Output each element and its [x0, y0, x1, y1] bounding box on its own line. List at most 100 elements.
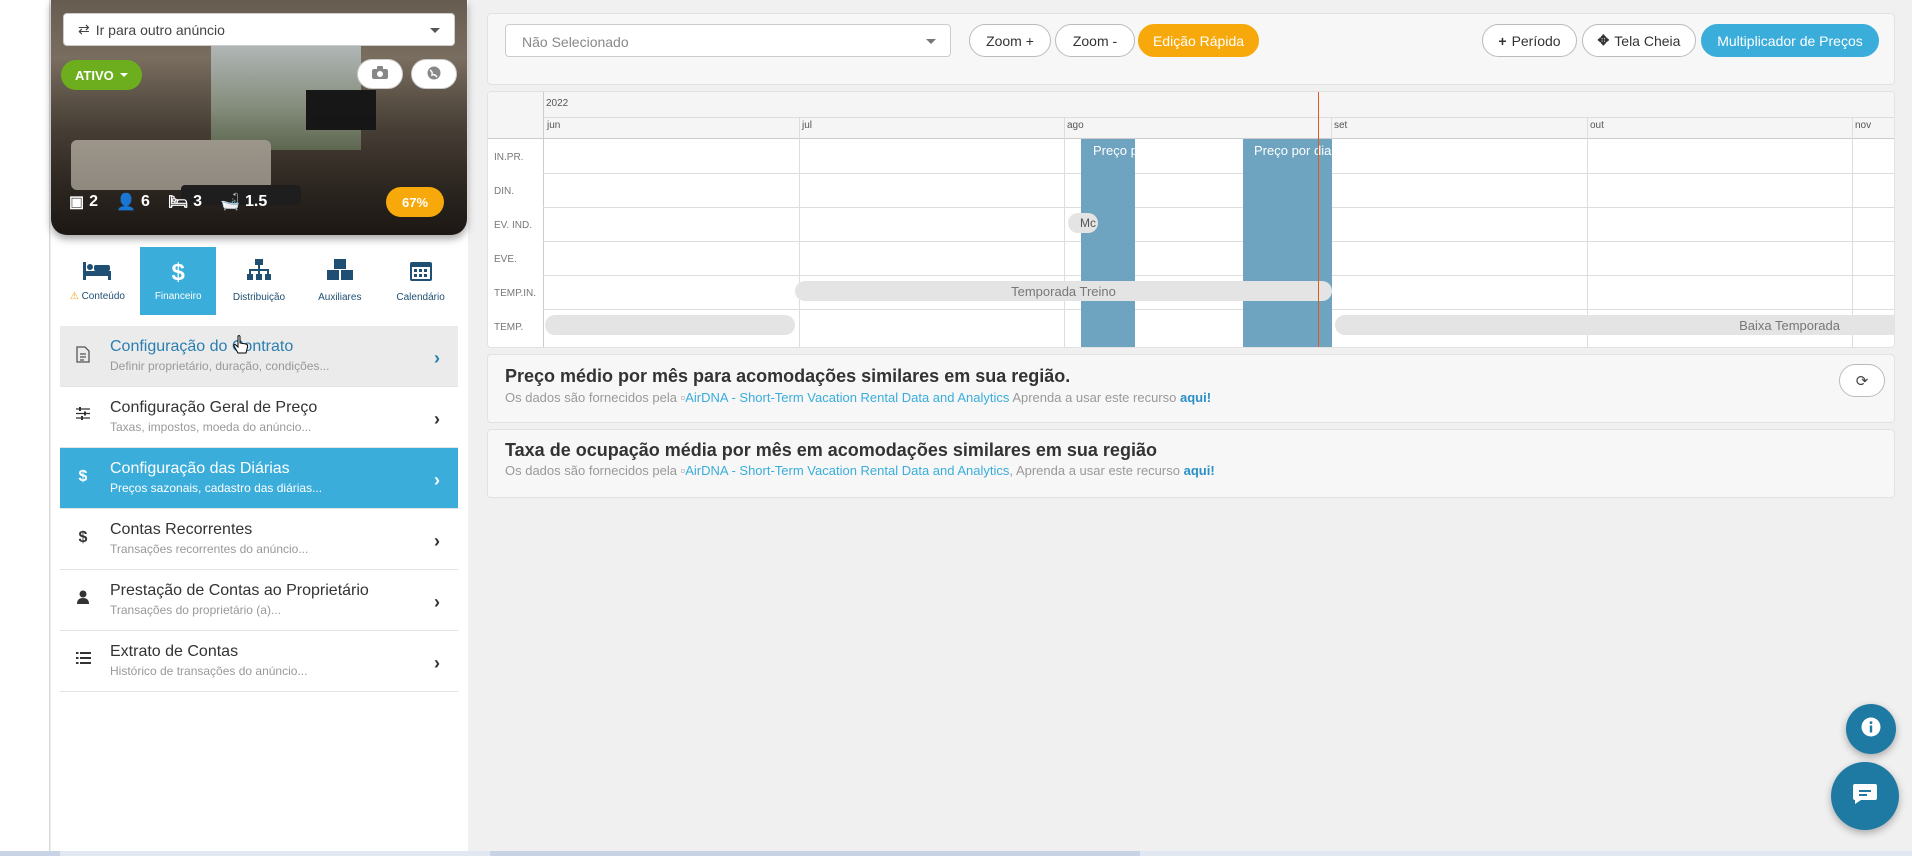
- menu-item-subtitle: Transações recorrentes do anúncio...: [110, 542, 309, 556]
- event-pill[interactable]: Mc: [1068, 213, 1098, 233]
- price-band-label: Preço p: [1093, 143, 1135, 158]
- chevron-right-icon: ›: [434, 409, 440, 429]
- row-label: EV. IND.: [494, 220, 532, 231]
- occupancy-card: Taxa de ocupação média por mês em acomod…: [487, 429, 1895, 498]
- tab-label: Auxiliares: [318, 292, 362, 303]
- season-select-placeholder: Não Selecionado: [522, 34, 629, 50]
- learn-more-link[interactable]: aqui!: [1180, 390, 1211, 405]
- menu-item-account-statement[interactable]: Extrato de Contas Histórico de transaçõe…: [60, 631, 458, 692]
- sitemap-icon: [246, 259, 271, 286]
- goto-listing-label: Ir para outro anúncio: [95, 21, 225, 38]
- season-select[interactable]: Não Selecionado: [505, 24, 951, 57]
- stat-units: ▣ 2: [69, 193, 99, 211]
- chevron-right-icon: ›: [434, 653, 440, 673]
- refresh-icon: ⟳: [1855, 372, 1869, 390]
- refresh-button[interactable]: ⟳: [1839, 364, 1885, 397]
- row-label: DIN.: [494, 186, 514, 197]
- tab-label: Distribuição: [232, 292, 286, 303]
- bed-icon: 🛏: [167, 194, 189, 211]
- plus-icon: +: [1498, 32, 1507, 49]
- fullscreen-label: Tela Cheia: [1614, 32, 1681, 49]
- season-bar-training[interactable]: Temporada Treino: [795, 281, 1332, 301]
- stat-guests: 👤 6: [116, 193, 150, 211]
- tab-label: Financeiro: [154, 290, 202, 302]
- section-tabs: ⚠ Conteúdo $ Financeiro Distribuição Aux…: [51, 247, 467, 315]
- menu-item-subtitle: Preços sazonais, cadastro das diárias...: [110, 481, 323, 495]
- sidebar: ⇄ Ir para outro anúncio ATIVO ▣ 2 👤 6 🛏 3 🛁…: [51, 0, 468, 856]
- chat-icon: [1852, 783, 1878, 810]
- user-icon: [74, 590, 92, 609]
- chat-button[interactable]: [1831, 762, 1899, 830]
- info-button[interactable]: [1846, 704, 1896, 754]
- map-button[interactable]: [411, 59, 457, 89]
- row-label: TEMP.IN.: [494, 288, 537, 299]
- tab-label: Calendário: [396, 292, 445, 303]
- dollar-icon: $: [171, 258, 185, 286]
- status-dropdown[interactable]: ATIVO: [61, 60, 142, 90]
- camera-icon: [372, 66, 388, 82]
- price-band-label: Preço por dia: [1254, 143, 1332, 158]
- timeline-header: [488, 92, 1894, 139]
- list-icon: [74, 651, 92, 669]
- price-multiplier-button[interactable]: Multiplicador de Preços: [1701, 24, 1879, 57]
- document-icon: [74, 346, 92, 368]
- menu-item-title: Contas Recorrentes: [110, 521, 253, 538]
- menu-item-price-settings[interactable]: Configuração Geral de Preço Taxas, impos…: [60, 387, 458, 448]
- menu-item-owner-statement[interactable]: Prestação de Contas ao Proprietário Tran…: [60, 570, 458, 631]
- period-label: Período: [1511, 32, 1561, 49]
- occupancy-title: Taxa de ocupação média por mês em acomod…: [505, 440, 1157, 460]
- month-label: jun: [547, 120, 561, 131]
- user-icon: 👤: [116, 194, 136, 211]
- menu-item-title: Configuração das Diárias: [110, 460, 290, 477]
- airdna-link[interactable]: AirDNA - Short-Term Vacation Rental Data…: [685, 463, 1009, 478]
- listing-stats: ▣ 2 👤 6 🛏 3 🛁 1.5: [69, 192, 267, 212]
- month-label: out: [1590, 120, 1604, 131]
- airdna-link[interactable]: AirDNA - Short-Term Vacation Rental Data…: [685, 390, 1009, 405]
- tab-financeiro[interactable]: $ Financeiro: [140, 247, 217, 315]
- status-label: ATIVO: [75, 67, 114, 83]
- price-band[interactable]: [1081, 139, 1135, 347]
- cubes-icon: [326, 259, 353, 286]
- chevron-down-icon: [926, 39, 936, 44]
- financial-menu: Configuração do Contrato Definir proprie…: [60, 326, 458, 692]
- season-bar[interactable]: [545, 315, 795, 335]
- tab-distribuicao[interactable]: Distribuição: [221, 247, 297, 315]
- tab-calendario[interactable]: Calendário: [383, 247, 459, 315]
- avg-price-card: Preço médio por mês para acomodações sim…: [487, 354, 1895, 423]
- calendar-icon: [409, 259, 432, 286]
- info-icon: [1861, 717, 1881, 742]
- month-label: set: [1334, 120, 1348, 131]
- period-button[interactable]: + Período: [1482, 24, 1577, 57]
- sliders-icon: [74, 407, 92, 425]
- month-label: jul: [802, 120, 813, 131]
- season-bar-low[interactable]: Baixa Temporada: [1335, 315, 1894, 335]
- completion-badge: 67%: [386, 187, 444, 217]
- timeline-year: 2022: [546, 98, 569, 109]
- chevron-right-icon: ›: [434, 470, 440, 490]
- quick-edit-button[interactable]: Edição Rápida: [1138, 24, 1259, 57]
- swap-icon: ⇄: [78, 21, 90, 37]
- occupancy-source: Os dados são fornecidos pela ▫AirDNA - S…: [505, 463, 1215, 478]
- menu-item-daily-rates[interactable]: $ Configuração das Diárias Preços sazona…: [60, 448, 458, 509]
- zoom-out-button[interactable]: Zoom -: [1055, 24, 1135, 57]
- horizontal-scrollbar[interactable]: [0, 851, 1912, 856]
- goto-listing-select[interactable]: ⇄ Ir para outro anúncio: [63, 13, 455, 46]
- menu-item-title: Configuração Geral de Preço: [110, 399, 318, 416]
- menu-item-contract[interactable]: Configuração do Contrato Definir proprie…: [60, 326, 458, 387]
- photo-button[interactable]: [357, 59, 403, 89]
- menu-item-subtitle: Transações do proprietário (a)...: [110, 603, 281, 617]
- menu-item-recurring[interactable]: $ Contas Recorrentes Transações recorren…: [60, 509, 458, 570]
- listing-photo: ⇄ Ir para outro anúncio ATIVO ▣ 2 👤 6 🛏 3 🛁…: [51, 0, 467, 235]
- tab-conteudo[interactable]: ⚠ Conteúdo: [59, 247, 135, 315]
- fullscreen-button[interactable]: ✥ Tela Cheia: [1582, 24, 1696, 57]
- chevron-down-icon: [430, 28, 440, 33]
- zoom-in-button[interactable]: Zoom +: [969, 24, 1051, 57]
- globe-icon: [427, 66, 441, 83]
- left-gutter: [0, 0, 50, 856]
- bath-icon: 🛁: [220, 194, 240, 211]
- row-label: IN.PR.: [494, 152, 524, 163]
- learn-more-link[interactable]: aqui!: [1184, 463, 1215, 478]
- arrows-icon: ✥: [1597, 32, 1610, 48]
- hand-cursor-icon: [233, 335, 249, 360]
- tab-auxiliares[interactable]: Auxiliares: [302, 247, 378, 315]
